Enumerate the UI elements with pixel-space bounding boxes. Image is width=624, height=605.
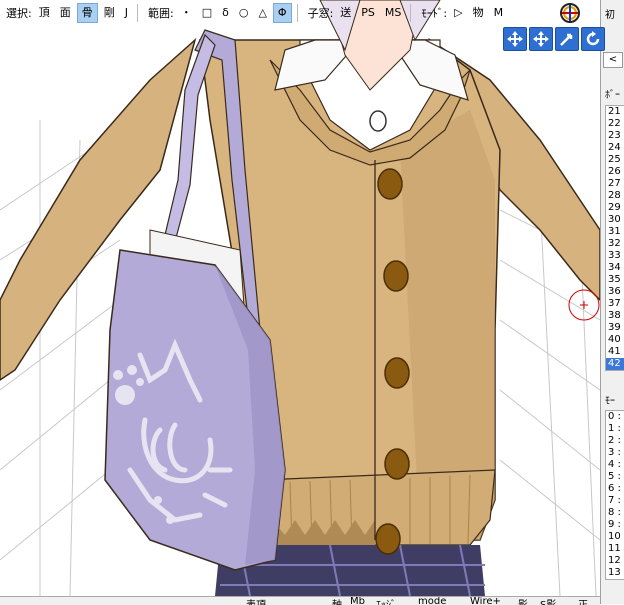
bone-list-row[interactable]: 30 [606,214,624,226]
right-panel: 初 < ﾎﾞｰ 21 22 23 24 25 26 27 28 29 30 31 32 33 34 35 36… [600,0,624,604]
morph-list-header: ﾓｰ [605,396,615,407]
scene-render [0,0,600,596]
bone-list-row[interactable]: 24 [606,142,624,154]
bone-list-row[interactable]: 40 [606,334,624,346]
move-xy-icon[interactable] [503,27,527,51]
bone-list-row[interactable]: 23 [606,130,624,142]
child-window-label: 子窓: [307,7,334,20]
bone-list-row[interactable]: 28 [606,190,624,202]
separator [410,4,412,22]
bone-list-row[interactable]: 41 [606,346,624,358]
select-mode-label: 選択: [6,7,32,20]
bone-list-row[interactable]: 33 [606,250,624,262]
collapse-arrow-button[interactable]: < [603,52,623,68]
morph-list-row[interactable]: 11 [606,543,624,555]
mode-label: ﾓｰﾄﾞ: [421,7,448,20]
child-ms-button[interactable]: MS [381,3,405,23]
bone-list-row[interactable]: 38 [606,310,624,322]
bone-list-row[interactable]: 42 [606,358,624,370]
bone-list-row[interactable]: 34 [606,262,624,274]
mode-physics-button[interactable]: 物 [469,3,488,23]
initial-label[interactable]: 初 [605,6,615,21]
mode-play-button[interactable]: ▷ [450,3,466,23]
select-bone-button[interactable]: 骨 [76,3,98,23]
select-joint-button[interactable]: J [121,3,132,23]
range-point-button[interactable]: ・ [177,3,196,23]
rotate-view-icon[interactable] [581,27,605,51]
morph-list-row[interactable]: 0 : [606,411,624,423]
morph-list-row[interactable]: 6 : [606,483,624,495]
zoom-icon[interactable] [555,27,579,51]
bone-list-row[interactable]: 36 [606,286,624,298]
bone-list-row[interactable]: 21 [606,106,624,118]
select-vertex-button[interactable]: 頂 [35,3,54,23]
morph-list-row[interactable]: 9 : [606,519,624,531]
bone-list-row[interactable]: 29 [606,202,624,214]
morph-list-row[interactable]: 8 : [606,507,624,519]
range-phi-button[interactable]: Φ [272,3,292,23]
child-ps-button[interactable]: PS [357,3,379,23]
range-delta-button[interactable]: δ [218,3,233,23]
morph-list-row[interactable]: 7 : [606,495,624,507]
bone-list-row[interactable]: 35 [606,274,624,286]
range-label: 範囲: [147,7,174,20]
range-circle-button[interactable]: ○ [235,3,253,23]
bone-list-row[interactable]: 37 [606,298,624,310]
child-send-button[interactable]: 送 [336,3,355,23]
bone-list-row[interactable]: 39 [606,322,624,334]
morph-list-row[interactable]: 10 [606,531,624,543]
morph-list-row[interactable]: 2 : [606,435,624,447]
range-triangle-button[interactable]: △ [254,3,270,23]
bone-list[interactable]: 21 22 23 24 25 26 27 28 29 30 31 32 33 34 35 36 37 38 39 40… [605,105,624,371]
bone-list-row[interactable]: 26 [606,166,624,178]
select-face-button[interactable]: 面 [56,3,75,23]
separator [296,4,298,22]
morph-list-row[interactable]: 1 : [606,423,624,435]
select-rigid-button[interactable]: 剛 [100,3,119,23]
bone-list-row[interactable]: 27 [606,178,624,190]
morph-list-row[interactable]: 12 [606,555,624,567]
morph-list-row[interactable]: 13 [606,567,624,579]
mode-m-button[interactable]: M [490,3,508,23]
edit-toolbar: 選択: 頂 面 骨 剛 J 範囲: ・ □ δ ○ △ Φ 子窓: 送 PS M… [0,0,600,26]
bone-list-row[interactable]: 22 [606,118,624,130]
bone-list-row[interactable]: 32 [606,238,624,250]
bone-list-header: ﾎﾞｰ [605,90,620,101]
morph-list-row[interactable]: 3 : [606,447,624,459]
bone-list-row[interactable]: 31 [606,226,624,238]
3d-viewport[interactable] [0,0,600,596]
bone-list-row[interactable]: 25 [606,154,624,166]
morph-list[interactable]: 0 :1 :2 :3 :4 :5 :6 :7 :8 :9 :10 11 12 13 [605,410,624,580]
range-rect-button[interactable]: □ [198,3,216,23]
morph-list-row[interactable]: 4 : [606,459,624,471]
move-view-icon[interactable] [529,27,553,51]
view-navigation [503,27,605,51]
morph-list-row[interactable]: 5 : [606,471,624,483]
separator [136,4,138,22]
